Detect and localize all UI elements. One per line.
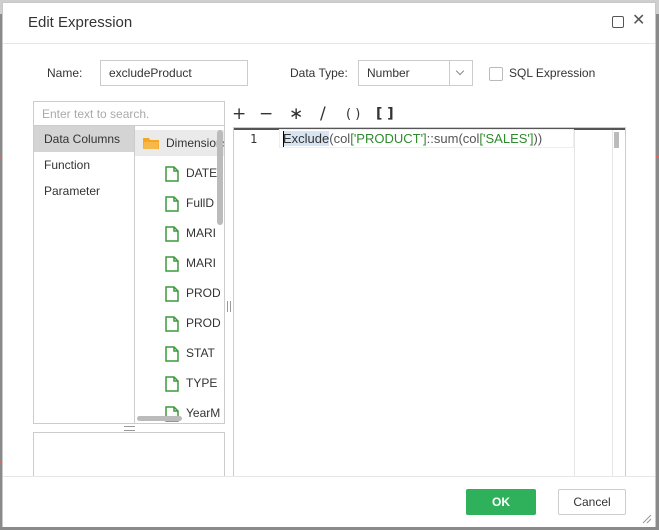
data-type-select[interactable]: Number [358,60,473,86]
tree-leaf[interactable]: MARI [135,220,224,246]
tree-leaf-label: STAT [186,346,215,360]
category-function[interactable]: Function [34,152,134,178]
tree-leaf-label: DATE [186,166,218,180]
edit-expression-dialog: Edit Expression ✕ Name: excludeProduct D… [2,2,656,527]
tree-leaf[interactable]: FullD [135,190,224,216]
tree-leaf-label: TYPE [186,376,218,390]
data-type-label: Data Type: [290,66,348,80]
cancel-button[interactable]: Cancel [558,489,626,515]
plus-operator-button[interactable]: + [232,104,246,124]
column-tree: Dimensions DATE FullD MARI MARI PROD PRO… [135,126,224,423]
document-icon [165,166,179,182]
brackets-operator-button[interactable]: [ ] [376,106,394,122]
splitter-handle[interactable] [227,301,231,312]
document-icon [165,226,179,242]
dialog-title: Edit Expression [28,14,133,31]
editor-scroll-track[interactable] [612,130,625,492]
panel-resize-handle[interactable] [124,426,135,431]
maximize-icon[interactable] [612,16,624,28]
sql-expression-checkbox[interactable] [489,67,503,81]
code-token: )) [533,131,543,146]
editor-minimap[interactable] [574,130,613,492]
search-input[interactable]: Enter text to search. [34,102,224,126]
field-browser-panel: Enter text to search. Data Columns Funct… [33,101,225,424]
code-function: Exclude [283,131,330,146]
dialog-footer: OK Cancel [3,476,655,527]
parentheses-operator-button[interactable]: ( ) [346,107,360,122]
document-icon [165,376,179,392]
tree-folder-label: Dimensions [166,136,224,150]
dialog-titlebar: Edit Expression ✕ [3,3,655,44]
tree-leaf-label: MARI [186,256,216,270]
category-parameter[interactable]: Parameter [34,178,134,204]
tree-leaf[interactable]: TYPE [135,370,224,396]
line-number: 1 [250,132,258,146]
chevron-down-icon[interactable] [449,61,472,85]
code-string: ['SALES'] [479,131,534,146]
expression-editor[interactable]: 1 Exclude(col['PRODUCT']::sum(col['SALES… [233,127,626,492]
data-type-value: Number [367,66,410,80]
multiply-operator-button[interactable]: ∗ [289,104,303,124]
tree-leaf[interactable]: PROD [135,310,224,336]
tree-vertical-scrollbar[interactable] [217,130,223,225]
code-token: ::sum(col [426,131,480,146]
tree-leaf-label: YearM [186,406,221,420]
minus-operator-button[interactable]: − [259,104,273,124]
divide-operator-button[interactable]: / [320,104,326,124]
folder-icon [143,138,159,149]
editor-vertical-scrollbar[interactable] [614,132,619,148]
close-icon[interactable]: ✕ [632,13,645,29]
name-label: Name: [47,66,83,80]
tree-leaf[interactable]: MARI [135,250,224,276]
name-input[interactable]: excludeProduct [100,60,248,86]
document-icon [165,346,179,362]
tree-folder-dimensions[interactable]: Dimensions [135,130,224,156]
tree-leaf-label: PROD [186,316,221,330]
tree-leaf-label: PROD [186,286,221,300]
expression-code[interactable]: Exclude(col['PRODUCT']::sum(col['SALES']… [283,131,542,146]
document-icon [165,256,179,272]
tree-leaf-label: MARI [186,226,216,240]
category-data-columns[interactable]: Data Columns [34,126,134,152]
tree-leaf-label: FullD [186,196,215,210]
tree-horizontal-scrollbar[interactable] [137,416,182,421]
tree-leaf[interactable]: DATE [135,160,224,186]
document-icon [165,316,179,332]
resize-grip-icon[interactable] [642,514,652,524]
document-icon [165,196,179,212]
tree-leaf[interactable]: STAT [135,340,224,366]
code-token: (col [329,131,351,146]
ok-button[interactable]: OK [466,489,536,515]
sql-expression-label[interactable]: SQL Expression [509,66,595,80]
tree-leaf[interactable]: PROD [135,280,224,306]
text-cursor [283,131,284,147]
document-icon [165,286,179,302]
code-string: ['PRODUCT'] [350,131,427,146]
